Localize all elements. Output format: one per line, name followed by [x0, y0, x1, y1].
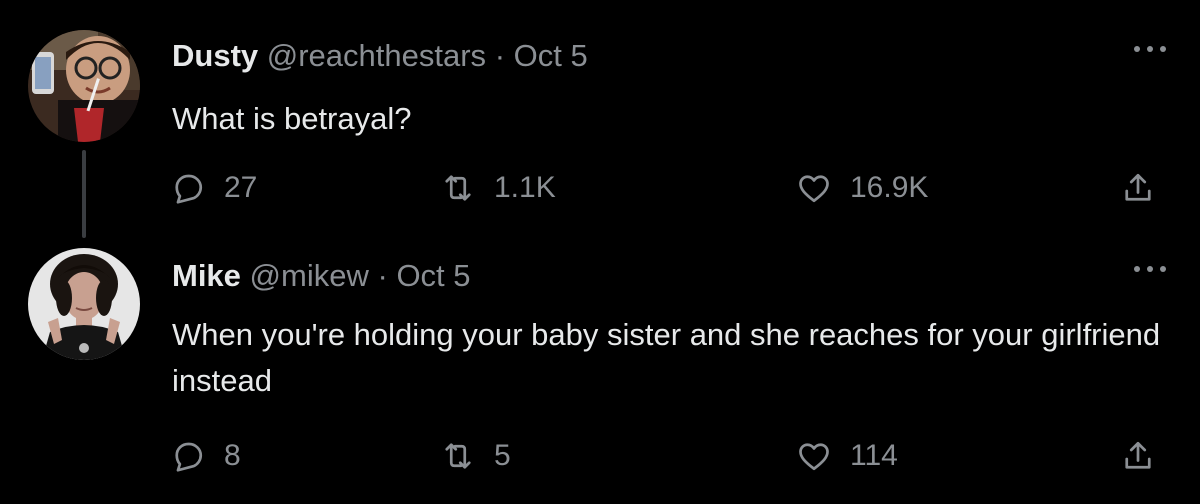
author-handle[interactable]: @reachthestars [267, 38, 486, 73]
share-button[interactable] [1120, 436, 1156, 476]
tweet-text: When you're holding your baby sister and… [172, 317, 1161, 398]
author-name[interactable]: Dusty [172, 38, 258, 73]
more-icon[interactable] [1134, 44, 1166, 54]
author-name[interactable]: Mike [172, 258, 241, 293]
separator: · [377, 258, 388, 293]
heart-icon [799, 443, 829, 471]
tweet-text: What is betrayal? [172, 101, 412, 136]
like-count: 16.9K [850, 171, 929, 204]
avatar-image [28, 248, 140, 360]
tweet-header: Mike @mikew · Oct 5 [172, 258, 471, 294]
tweet-header: Dusty @reachthestars · Oct 5 [172, 38, 588, 74]
more-icon[interactable] [1134, 264, 1166, 274]
share-button[interactable] [1120, 168, 1156, 208]
like-button[interactable]: 114 [796, 436, 898, 476]
avatar[interactable] [28, 248, 140, 360]
reply-icon [175, 442, 203, 472]
share-icon [1125, 173, 1151, 201]
retweet-count: 5 [494, 439, 511, 472]
reply-count: 27 [224, 171, 258, 204]
share-icon [1125, 441, 1151, 469]
retweet-button[interactable]: 1.1K [440, 168, 556, 208]
like-count: 114 [850, 439, 898, 472]
tweet-thread: Dusty @reachthestars · Oct 5 What is bet… [0, 0, 1200, 504]
reply-button[interactable]: 8 [170, 436, 241, 476]
tweet-actions: 27 1.1K 16.9K [0, 168, 1200, 208]
avatar[interactable] [28, 30, 140, 142]
reply-icon [175, 174, 203, 204]
retweet-icon [445, 175, 471, 201]
like-button[interactable]: 16.9K [796, 168, 928, 208]
tweet-date[interactable]: Oct 5 [514, 38, 588, 73]
retweet-count: 1.1K [494, 171, 556, 204]
reply-count: 8 [224, 439, 241, 472]
retweet-button[interactable]: 5 [440, 436, 511, 476]
separator: · [494, 38, 506, 73]
retweet-icon [445, 443, 471, 469]
reply-button[interactable]: 27 [170, 168, 257, 208]
avatar-image [28, 30, 140, 142]
tweet-actions: 8 5 114 [0, 436, 1200, 476]
tweet[interactable]: Mike @mikew · Oct 5 When you're holding … [0, 240, 1200, 504]
tweet[interactable]: Dusty @reachthestars · Oct 5 What is bet… [0, 0, 1200, 240]
tweet-date[interactable]: Oct 5 [396, 258, 470, 293]
author-handle[interactable]: @mikew [250, 258, 369, 293]
heart-icon [799, 175, 829, 203]
